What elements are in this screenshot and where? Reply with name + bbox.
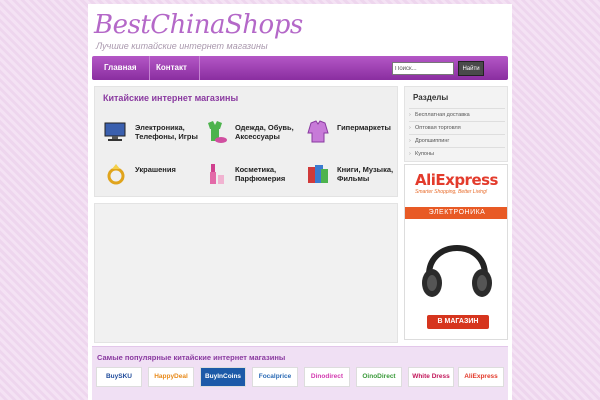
category-clothing[interactable]: Одежда, Обувь, Аксессуары bbox=[203, 117, 303, 151]
shop-logo-whitedress[interactable]: White Dress bbox=[408, 367, 454, 387]
page-container: BestChinaShops Лучшие китайские интернет… bbox=[88, 4, 512, 400]
shop-logo-aliexpress[interactable]: AliExpress bbox=[458, 367, 504, 387]
categories-panel: Китайские интернет магазины Электроника,… bbox=[94, 86, 398, 197]
shop-logo-happydeal[interactable]: HappyDeal bbox=[148, 367, 194, 387]
aliexpress-slogan: Smarter Shopping, Better Living! bbox=[415, 189, 488, 195]
popular-shops-panel: Самые популярные китайские интернет мага… bbox=[92, 346, 508, 400]
sidebar-sections: Разделы Бесплатная доставка Оптовая торг… bbox=[404, 86, 508, 162]
main-nav: Главная Контакт Найти bbox=[92, 56, 508, 80]
search-button[interactable]: Найти bbox=[458, 61, 484, 76]
popular-shops-title: Самые популярные китайские интернет мага… bbox=[97, 353, 286, 362]
ad-category: ЭЛЕКТРОНИКА bbox=[405, 207, 507, 219]
shop-logo-buyincoins[interactable]: BuyInCoins bbox=[200, 367, 246, 387]
shop-logo-oinodirect[interactable]: OinoDirect bbox=[356, 367, 402, 387]
search-input[interactable] bbox=[392, 62, 454, 75]
ring-icon bbox=[107, 164, 125, 185]
sidebar-title: Разделы bbox=[413, 93, 449, 102]
category-books[interactable]: Книги, Музыка, Фильмы bbox=[305, 159, 405, 193]
aliexpress-banner[interactable]: AliExpress Smarter Shopping, Better Livi… bbox=[404, 164, 508, 340]
sidebar-link-dropshipping[interactable]: Дропшиппинг bbox=[409, 134, 505, 148]
jacket-icon bbox=[307, 120, 329, 143]
site-tagline: Лучшие китайские интернет магазины bbox=[96, 41, 268, 51]
categories-title: Китайские интернет магазины bbox=[103, 93, 239, 103]
clothing-icon bbox=[208, 121, 227, 143]
category-label: Книги, Музыка, Фильмы bbox=[337, 165, 394, 183]
shop-logo-focalprice[interactable]: Focalprice bbox=[252, 367, 298, 387]
site-logo[interactable]: BestChinaShops bbox=[94, 10, 303, 40]
sidebar-link-coupons[interactable]: Купоны bbox=[409, 147, 505, 161]
category-jewelry[interactable]: Украшения bbox=[103, 159, 203, 193]
category-label: Электроника, Телефоны, Игры bbox=[135, 123, 198, 141]
aliexpress-logo: AliExpress bbox=[415, 171, 498, 189]
category-label: Украшения bbox=[135, 165, 176, 174]
cosmetics-icon bbox=[210, 164, 224, 184]
to-store-button[interactable]: В МАГАЗИН bbox=[427, 315, 489, 329]
category-label: Одежда, Обувь, Аксессуары bbox=[235, 123, 294, 141]
sidebar-link-free-shipping[interactable]: Бесплатная доставка bbox=[409, 108, 505, 122]
category-hypermarkets[interactable]: Гипермаркеты bbox=[305, 117, 405, 151]
headphones-icon bbox=[422, 245, 492, 297]
content-area bbox=[94, 203, 398, 343]
category-electronics[interactable]: Электроника, Телефоны, Игры bbox=[103, 117, 203, 151]
category-label: Гипермаркеты bbox=[337, 123, 391, 132]
sidebar-link-wholesale[interactable]: Оптовая торговля bbox=[409, 121, 505, 135]
shop-logo-buysku[interactable]: BuySKU bbox=[96, 367, 142, 387]
category-label: Косметика, Парфюмерия bbox=[235, 165, 286, 183]
category-cosmetics[interactable]: Косметика, Парфюмерия bbox=[203, 159, 303, 193]
nav-home[interactable]: Главная bbox=[92, 56, 150, 80]
nav-contact[interactable]: Контакт bbox=[144, 56, 200, 80]
shop-logo-dinodirect[interactable]: Dinodirect bbox=[304, 367, 350, 387]
computer-icon bbox=[104, 122, 126, 141]
books-icon bbox=[308, 165, 328, 183]
